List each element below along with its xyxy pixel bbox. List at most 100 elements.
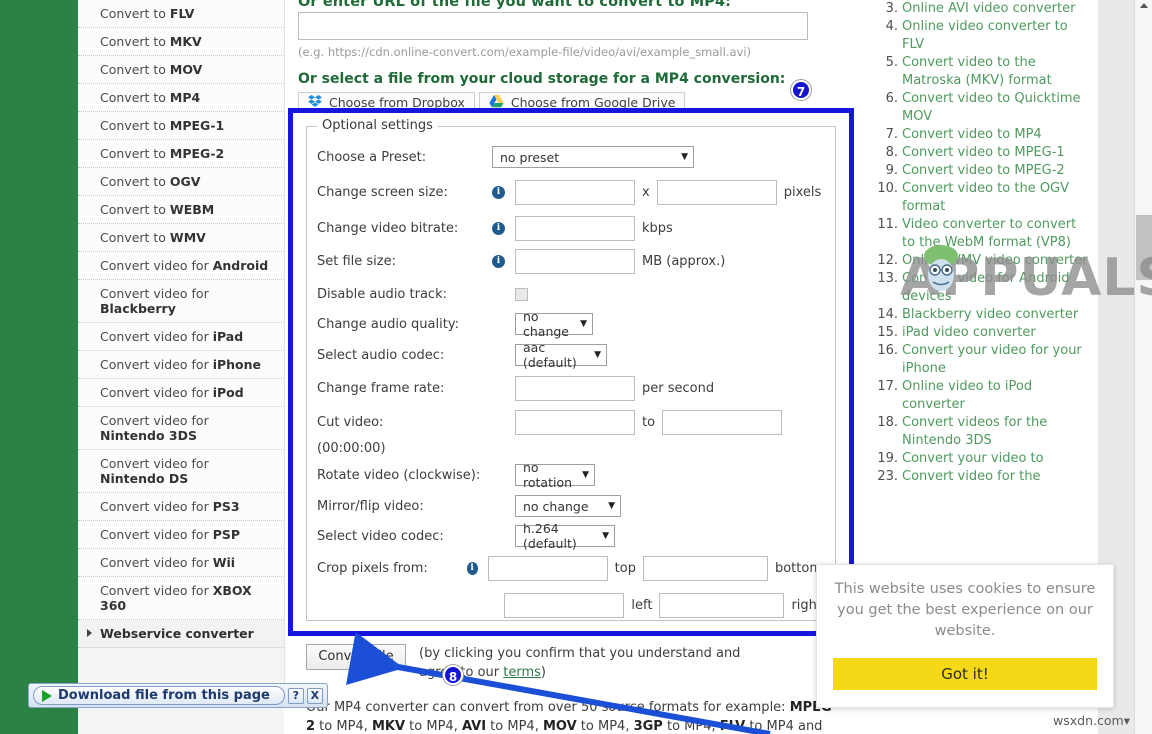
related-link-item[interactable]: 17. Online video to iPod converter [877,378,1092,414]
related-link-item[interactable]: 4. Online video converter to FLV [886,18,1092,54]
sidebar-item[interactable]: Convert video for PS3 [78,493,284,521]
cut-video-from-input[interactable] [515,410,635,435]
choose-from-google-drive-button[interactable]: Choose from Google Drive [478,92,686,113]
related-link-item[interactable]: 6. Convert video to Quicktime MOV [886,90,1092,126]
sidebar-item[interactable]: Convert video for Nintendo 3DS [78,407,284,450]
related-link-text: Online WMV video converter [902,253,1088,268]
convert-disclaimer: (by clicking you confirm that you unders… [419,644,749,682]
related-link-item[interactable]: 5. Convert video to the Matroska (MKV) fo… [886,54,1092,90]
related-link-text: Convert your video to [902,451,1044,466]
sidebar-item[interactable]: Convert to WMV [78,224,284,252]
related-link-text: Convert video to MPEG-1 [902,145,1065,160]
sidebar-item-format: Blackberry [100,301,176,316]
related-link-item[interactable]: 11. Video converter to convert to the Web… [877,216,1092,252]
related-link-number: 18. [877,415,898,430]
sidebar-item-prefix: Convert to [100,34,170,49]
related-link-number: 9. [885,163,898,178]
close-button[interactable]: X [306,687,323,704]
url-hint: (e.g. https://cdn.online-convert.com/exa… [298,45,752,59]
sidebar-item-format: Android [212,258,269,273]
rotate-select[interactable]: no rotation ▼ [515,460,595,490]
video-codec-select[interactable]: h.264 (default) ▼ [515,521,615,551]
help-button[interactable]: ? [287,687,304,704]
disable-audio-checkbox[interactable] [515,288,528,301]
sidebar-item[interactable]: Convert video for Blackberry [78,280,284,323]
footer-format-name: MKV [371,719,406,734]
sidebar-item[interactable]: Convert to WEBM [78,196,284,224]
audio-quality-select[interactable]: no change ▼ [515,309,593,339]
related-link-text: iPad video converter [902,325,1036,340]
sidebar-item[interactable]: Convert video for iPhone [78,351,284,379]
sidebar-item[interactable]: Convert to MOV [78,56,284,84]
related-link-item[interactable]: 7. Convert video to MP4 [886,126,1092,144]
cut-video-to-input[interactable] [662,410,783,435]
info-icon-video-bitrate[interactable]: i [492,222,505,235]
related-link-text: Convert video to MPEG-2 [902,163,1065,178]
url-input[interactable] [298,12,808,40]
sidebar-item[interactable]: Convert to MPEG-1 [78,112,284,140]
related-link-item[interactable]: 3. Online AVI video converter [886,0,1092,18]
related-link-item[interactable]: 23. Convert video for the [877,468,1092,486]
wsxdn-text: wsxdn.com [1053,713,1124,728]
choose-from-dropbox-button[interactable]: Choose from Dropbox [298,92,475,113]
sidebar-item[interactable]: Convert video for Nintendo DS [78,450,284,493]
related-link-item[interactable]: 13. Convert video for Android devices [877,270,1092,306]
sidebar-item[interactable]: Convert video for PSP [78,521,284,549]
optional-settings-fieldset: Optional settings Choose a Preset: no pr… [306,118,836,621]
sidebar-item[interactable]: Convert to OGV [78,168,284,196]
related-link-item[interactable]: 10. Convert video to the OGV format [877,180,1092,216]
browser-scrollbar[interactable] [1134,0,1152,734]
screen-height-input[interactable] [656,180,777,205]
sidebar-item[interactable]: Convert to MP4 [78,84,284,112]
cut-video-to-label: to [642,415,656,430]
crop-bottom-input[interactable] [642,556,768,581]
related-link-text: Online video to iPod converter [902,379,1033,412]
chevron-down-icon: ▼ [602,531,609,541]
info-icon-file-size[interactable]: i [492,255,505,268]
info-icon-crop[interactable]: i [466,562,478,575]
preset-select[interactable]: no preset ▼ [492,146,694,168]
related-link-item[interactable]: 8. Convert video to MPEG-1 [886,144,1092,162]
audio-quality-value: no change [523,309,570,339]
related-link-item[interactable]: 19. Convert your video to [877,450,1092,468]
sidebar-item-prefix: Convert video for [100,527,213,542]
related-links-list: 3. Online AVI video converter 4. Online vid… [866,0,1098,486]
related-link-item[interactable]: 16. Convert your video for your iPhone [877,342,1092,378]
download-file-button[interactable]: Download file from this page [33,686,285,705]
related-link-item[interactable]: 18. Convert videos for the Nintendo 3DS [877,414,1092,450]
sidebar-item-format: OGV [169,174,201,189]
sidebar-item[interactable]: Convert video for XBOX 360 [78,577,284,620]
sidebar-item[interactable]: Convert video for iPod [78,379,284,407]
convert-file-button[interactable]: Convert file [306,644,406,670]
sidebar-item[interactable]: Convert to MPEG-2 [78,140,284,168]
sidebar-item[interactable]: Convert video for Android [78,252,284,280]
related-link-item[interactable]: 12. Online WMV video converter [877,252,1092,270]
screen-width-input[interactable] [515,180,635,205]
related-link-item[interactable]: 9. Convert video to MPEG-2 [886,162,1092,180]
frame-rate-input[interactable] [515,376,635,401]
related-link-text: Convert video to Quicktime MOV [902,91,1081,124]
related-link-item[interactable]: 14. Blackberry video converter [877,306,1092,324]
crop-left-input[interactable] [504,593,625,618]
file-size-input[interactable] [515,249,635,274]
sidebar-item[interactable]: Convert video for Wii [78,549,284,577]
scrollbar-thumb[interactable] [1136,215,1152,280]
crop-top-input[interactable] [487,556,608,581]
sidebar-item[interactable]: Convert to FLV [78,0,284,28]
sidebar-item[interactable]: Convert video for iPad [78,323,284,351]
related-link-text: Online AVI video converter [902,1,1076,16]
info-icon-screen-size[interactable]: i [492,186,505,199]
cookie-accept-button[interactable]: Got it! [833,658,1097,690]
video-bitrate-input[interactable] [515,216,635,241]
terms-link[interactable]: terms [503,665,541,680]
related-link-item[interactable]: 15. iPad video converter [877,324,1092,342]
video-bitrate-unit: kbps [642,221,673,236]
sidebar-section-webservice[interactable]: Webservice converter [78,620,284,648]
scroll-up-arrow-icon[interactable] [1140,3,1148,8]
audio-codec-select[interactable]: aac (default) ▼ [515,340,607,370]
convert-disclaimer-line2-post: ) [540,665,546,680]
crop-right-input[interactable] [659,593,785,618]
sidebar-item[interactable]: Convert to MKV [78,28,284,56]
page-root: Convert to FLV Convert to MKV Convert to M… [0,0,1152,734]
mirror-select[interactable]: no change ▼ [515,495,621,517]
